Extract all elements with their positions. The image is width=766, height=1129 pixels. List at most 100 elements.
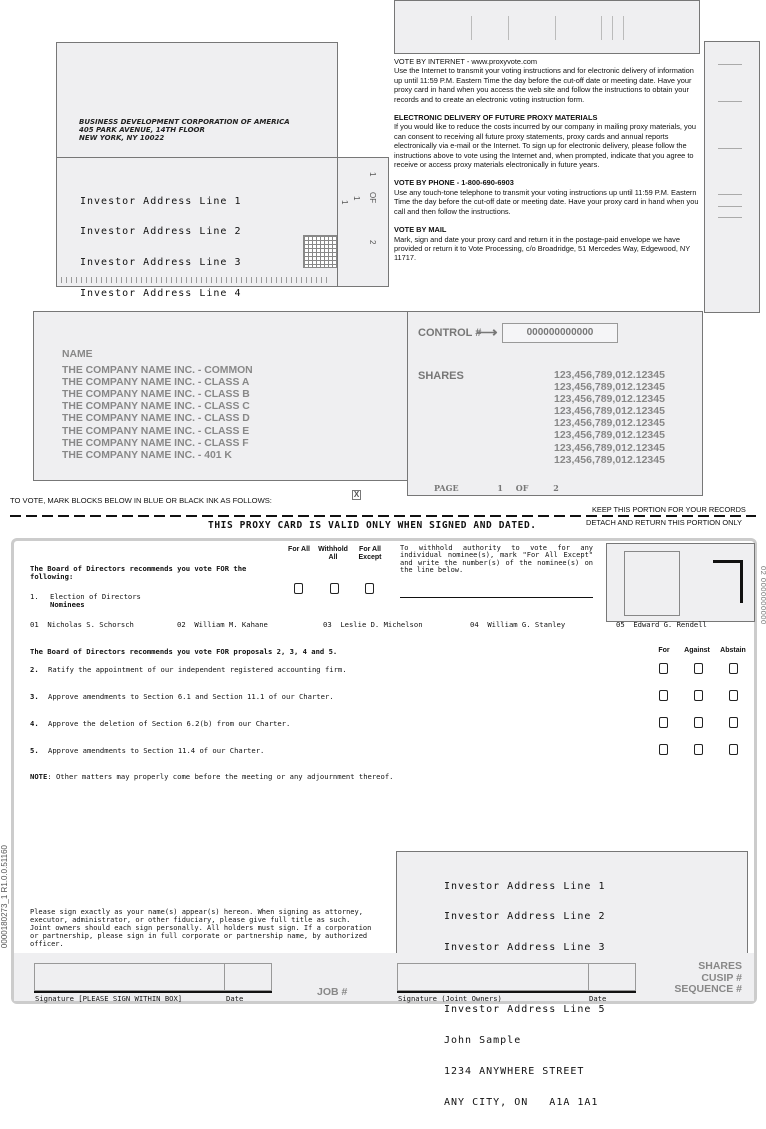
nominee-number: 02 (177, 620, 186, 629)
sign-instruction: Please sign exactly as your name(s) appe… (30, 908, 372, 948)
nominee-name: Leslie D. Michelson (340, 620, 423, 629)
vote-mail-section: VOTE BY MAIL Mark, sign and date your pr… (394, 225, 704, 263)
note-text: : Other matters may properly come before… (47, 772, 394, 781)
abstain-checkbox[interactable] (729, 663, 738, 674)
against-checkbox[interactable] (694, 717, 703, 728)
document-code: 0000180273_1 R1.0.0.51160 (0, 845, 9, 949)
proposal-number: 3. (30, 692, 39, 701)
section-body: If you would like to reduce the costs in… (394, 122, 696, 170)
for-checkbox[interactable] (659, 744, 668, 755)
logo-placeholder (624, 551, 680, 616)
item1-number: 1. (30, 592, 39, 601)
for-checkbox[interactable] (659, 663, 668, 674)
against-checkbox[interactable] (694, 744, 703, 755)
for-checkbox[interactable] (659, 690, 668, 701)
strip-mark (718, 206, 742, 207)
proposal-number: 5. (30, 746, 39, 755)
holding-name: THE COMPANY NAME INC. - CLASS F (62, 437, 249, 449)
for-checkbox[interactable] (659, 717, 668, 728)
for-all-except-checkbox[interactable] (365, 583, 374, 594)
mailing-address-panel: Investor Address Line 1 Investor Address… (56, 157, 338, 423)
nominee: 04 William G. Stanley (470, 620, 565, 629)
detach-line (10, 515, 756, 517)
vote-phone-section: VOTE BY PHONE - 1-800-690-6903 Use any t… (394, 178, 704, 216)
abstain-checkbox[interactable] (729, 690, 738, 701)
share-amount: 123,456,789,012.12345 (554, 381, 665, 394)
holding-name: THE COMPANY NAME INC. - CLASS E (62, 425, 250, 437)
holding-name: THE COMPANY NAME INC. - COMMON (62, 365, 253, 377)
shares-values: 123,456,789,012.12345 123,456,789,012.12… (554, 369, 665, 466)
shares-ref-label: SHARES (698, 960, 742, 972)
holding-name: THE COMPANY NAME INC. - 401 K (62, 449, 232, 461)
right-margin-strip (704, 41, 760, 313)
barcode-bar (623, 16, 624, 40)
withhold-all-checkbox[interactable] (330, 583, 339, 594)
address-line: 1234 ANYWHERE STREET (444, 1065, 585, 1077)
nominee-name: William M. Kahane (194, 620, 268, 629)
proposal-number: 2. (30, 665, 39, 674)
address-line: Investor Address Line 1 (80, 195, 242, 207)
signature-box[interactable] (34, 963, 225, 991)
detach-portion-label: DETACH AND RETURN THIS PORTION ONLY (586, 518, 742, 527)
shares-label: SHARES (418, 370, 464, 382)
nominee-number: 04 (470, 620, 479, 629)
except-nominee-write-in-line[interactable] (400, 597, 593, 598)
address-line: Investor Address Line 4 (80, 288, 242, 300)
col-for-all: For All (288, 546, 310, 553)
directors-intro: The Board of Directors recommends you vo… (30, 564, 247, 581)
nominee-number: 05 (616, 620, 625, 629)
page-indicator: PAGE 1 OF 2 (434, 483, 559, 493)
section-title: VOTE BY INTERNET - www.proxyvote.com (394, 57, 538, 66)
holding-names: NAME THE COMPANY NAME INC. - COMMON THE … (62, 349, 253, 462)
proposal-text: Approve amendments to Section 6.1 and Se… (48, 692, 334, 701)
barcode-bar (612, 16, 613, 40)
joint-date-box[interactable] (588, 963, 636, 991)
proposal-text: Approve the deletion of Section 6.2(b) f… (48, 719, 291, 728)
proposal-number: 4. (30, 719, 39, 728)
against-checkbox[interactable] (694, 690, 703, 701)
holding-name: THE COMPANY NAME INC. - CLASS D (62, 413, 250, 425)
nominee-number: 03 (323, 620, 332, 629)
section-body: Use the Internet to transmit your voting… (394, 66, 694, 104)
joint-date-label: Date (589, 994, 607, 1003)
signature-line (34, 991, 272, 993)
of-label: OF (515, 483, 529, 493)
strip-mark (718, 101, 742, 102)
return-address-line: NEW YORK, NY 10022 (79, 134, 165, 142)
date-label: Date (226, 994, 244, 1003)
control-number: 000000000000 (502, 323, 618, 343)
job-label: JOB # (317, 986, 348, 998)
vote-internet-section: VOTE BY INTERNET - www.proxyvote.com Use… (394, 57, 704, 104)
section-title: ELECTRONIC DELIVERY OF FUTURE PROXY MATE… (394, 113, 598, 123)
side-count-b: 1 (340, 200, 349, 205)
signature-strip: Signature [PLEASE SIGN WITHIN BOX] Date … (14, 953, 754, 1003)
nominee-name: Edward G. Rendell (633, 620, 707, 629)
for-all-checkbox[interactable] (294, 583, 303, 594)
joint-signature-box[interactable] (397, 963, 589, 991)
page-indicator-panel: 1 OF 2 1 1 (337, 157, 389, 287)
address-line: ANY CITY, ON A1A 1A1 (444, 1096, 599, 1108)
barcode-bar (508, 16, 509, 40)
against-checkbox[interactable] (694, 663, 703, 674)
address-line: Investor Address Line 3 (80, 257, 242, 269)
abstain-checkbox[interactable] (729, 744, 738, 755)
page-total: 2 (553, 483, 559, 493)
date-box[interactable] (224, 963, 272, 991)
side-code: 02 0000000000 (759, 566, 766, 625)
vote-instruction: TO VOTE, MARK BLOCKS BELOW IN BLUE OR BL… (10, 496, 272, 505)
abstain-checkbox[interactable] (729, 717, 738, 728)
section-title: VOTE BY PHONE - 1-800-690-6903 (394, 178, 514, 188)
name-label: NAME (62, 349, 93, 360)
side-count-a: 1 (352, 196, 361, 201)
share-amount: 123,456,789,012.12345 (554, 393, 665, 406)
validity-notice: THIS PROXY CARD IS VALID ONLY WHEN SIGNE… (208, 520, 537, 531)
signature-label: Signature [PLEASE SIGN WITHIN BOX] (35, 994, 183, 1003)
strip-mark (718, 217, 742, 218)
nominee-name: William G. Stanley (487, 620, 566, 629)
holding-name: THE COMPANY NAME INC. - CLASS C (62, 401, 250, 413)
col-abstain: Abstain (720, 647, 746, 654)
reference-labels: SHARES CUSIP # SEQUENCE # (674, 960, 742, 996)
2d-barcode-icon (303, 235, 337, 268)
address-line: Investor Address Line 2 (444, 911, 606, 923)
col-for: For (658, 647, 670, 654)
